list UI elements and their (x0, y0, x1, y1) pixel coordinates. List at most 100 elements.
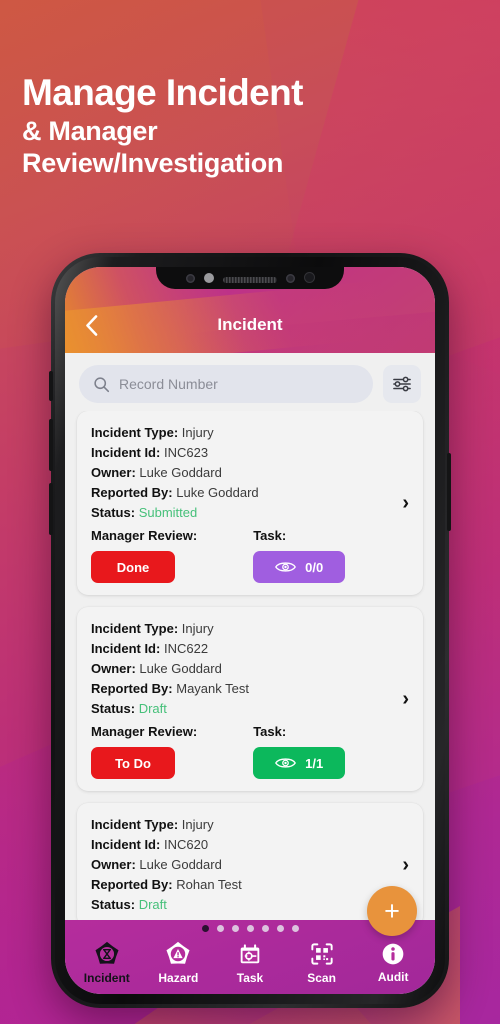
owner-label: Owner: (91, 661, 136, 676)
task-column: Task: 0/0 (253, 526, 346, 583)
page-dot[interactable] (201, 924, 209, 932)
eye-icon (275, 562, 297, 572)
incident-list[interactable]: Incident Type: Injury Incident Id: INC62… (65, 411, 435, 944)
incident-type-label: Incident Type: (91, 817, 179, 832)
status-badge: Draft (138, 897, 167, 912)
nav-item-label: Scan (307, 971, 336, 985)
owner-row: Owner: Luke Goddard (91, 659, 411, 679)
promo-line-2: & Manager (22, 116, 158, 146)
page-dot[interactable] (261, 924, 269, 932)
page-title: Incident (217, 315, 283, 334)
owner-value: Luke Goddard (139, 465, 222, 480)
phone-screen: Incident Record Number Incident Type: In… (65, 267, 435, 994)
status-label: Status: (91, 505, 136, 520)
promo-headline: Manage Incident & Manager Review/Investi… (22, 74, 452, 177)
header-row: Incident (65, 305, 435, 345)
reported-by-row: Reported By: Luke Goddard (91, 483, 411, 503)
manager-review-column: Manager Review: To Do (91, 722, 197, 779)
incident-type-value: Injury (181, 817, 214, 832)
chevron-right-icon[interactable]: › (402, 493, 409, 513)
chevron-right-icon[interactable]: › (402, 855, 409, 875)
status-badge: Submitted (138, 505, 198, 520)
incident-id-value: INC623 (163, 445, 209, 460)
reported-by-row: Reported By: Rohan Test (91, 875, 411, 895)
nav-item-label: Audit (377, 970, 409, 984)
page-dot[interactable] (291, 924, 299, 932)
promo-line-3: Review/Investigation (22, 148, 284, 178)
manager-review-column: Manager Review: Done (91, 526, 197, 583)
card-actions: Manager Review: Done Task: 0/0 (91, 526, 411, 583)
nav-item-label: Incident (83, 971, 130, 985)
promo-line-1: Manage Incident (22, 72, 303, 113)
front-camera-icon (203, 273, 214, 283)
depth-sensor-icon (303, 272, 315, 283)
search-icon (94, 376, 110, 392)
task-button[interactable]: 1/1 (253, 747, 346, 779)
hazard-gear-icon (166, 941, 190, 964)
reported-by-label: Reported By: (91, 485, 173, 500)
page-dot[interactable] (246, 924, 254, 932)
page-dot[interactable] (276, 924, 284, 932)
incident-type-row: Incident Type: Injury (91, 815, 411, 835)
info-circle-icon (382, 943, 404, 965)
incident-id-label: Incident Id: (91, 837, 161, 852)
page-dot[interactable] (216, 924, 224, 932)
nav-item-task[interactable]: Task (214, 941, 286, 985)
task-label: Task: (253, 528, 287, 543)
incident-id-value: INC622 (163, 641, 209, 656)
status-row: Status: Draft (91, 895, 411, 915)
task-button[interactable]: 0/0 (253, 551, 346, 583)
manager-review-label: Manager Review: (91, 724, 198, 739)
phone-power-button[interactable] (447, 453, 451, 531)
phone-notch (156, 267, 344, 289)
nav-item-hazard[interactable]: Hazard (143, 941, 215, 985)
proximity-sensor-icon (285, 274, 295, 283)
search-placeholder: Record Number (119, 376, 218, 392)
task-label: Task: (253, 724, 287, 739)
incident-type-value: Injury (181, 425, 214, 440)
status-label: Status: (91, 701, 136, 716)
owner-value: Luke Goddard (139, 857, 222, 872)
phone-mockup: Incident Record Number Incident Type: In… (49, 253, 451, 1008)
incident-type-row: Incident Type: Injury (91, 423, 411, 443)
incident-id-label: Incident Id: (91, 445, 161, 460)
reported-by-value: Rohan Test (176, 877, 242, 892)
add-incident-fab[interactable]: + (367, 886, 417, 936)
plus-icon: + (384, 895, 400, 926)
chevron-right-icon[interactable]: › (402, 689, 409, 709)
phone-mute-switch[interactable] (49, 371, 53, 401)
filter-button[interactable] (383, 365, 421, 403)
nav-item-label: Task (236, 971, 264, 985)
incident-gear-icon (95, 941, 119, 964)
qr-scan-icon (310, 943, 333, 965)
phone-volume-up-button[interactable] (49, 419, 53, 471)
reported-by-label: Reported By: (91, 681, 173, 696)
incident-id-label: Incident Id: (91, 641, 161, 656)
incident-type-label: Incident Type: (91, 425, 179, 440)
incident-card[interactable]: Incident Type: Injury Incident Id: INC62… (77, 411, 423, 595)
incident-id-value: INC620 (163, 837, 209, 852)
card-actions: Manager Review: To Do Task: 1/1 (91, 722, 411, 779)
incident-type-value: Injury (181, 621, 214, 636)
nav-item-audit[interactable]: Audit (357, 942, 429, 984)
page-dot[interactable] (231, 924, 239, 932)
status-label: Status: (91, 897, 136, 912)
eye-icon (275, 758, 297, 768)
incident-id-row: Incident Id: INC620 (91, 835, 411, 855)
incident-id-row: Incident Id: INC622 (91, 639, 411, 659)
owner-row: Owner: Luke Goddard (91, 855, 411, 875)
reported-by-value: Mayank Test (176, 681, 249, 696)
status-row: Status: Draft (91, 699, 411, 719)
manager-review-button[interactable]: To Do (91, 747, 175, 779)
bottom-navigation[interactable]: Incident Hazard Task Scan Audit (65, 936, 435, 994)
manager-review-button[interactable]: Done (91, 551, 175, 583)
phone-volume-down-button[interactable] (49, 483, 53, 535)
reported-by-row: Reported By: Mayank Test (91, 679, 411, 699)
task-count: 1/1 (305, 755, 324, 771)
status-badge: Draft (138, 701, 167, 716)
search-input[interactable]: Record Number (79, 365, 373, 403)
nav-item-scan[interactable]: Scan (286, 941, 358, 985)
incident-card[interactable]: Incident Type: Injury Incident Id: INC62… (77, 607, 423, 791)
app-header: Incident (65, 267, 435, 353)
nav-item-incident[interactable]: Incident (71, 941, 143, 985)
